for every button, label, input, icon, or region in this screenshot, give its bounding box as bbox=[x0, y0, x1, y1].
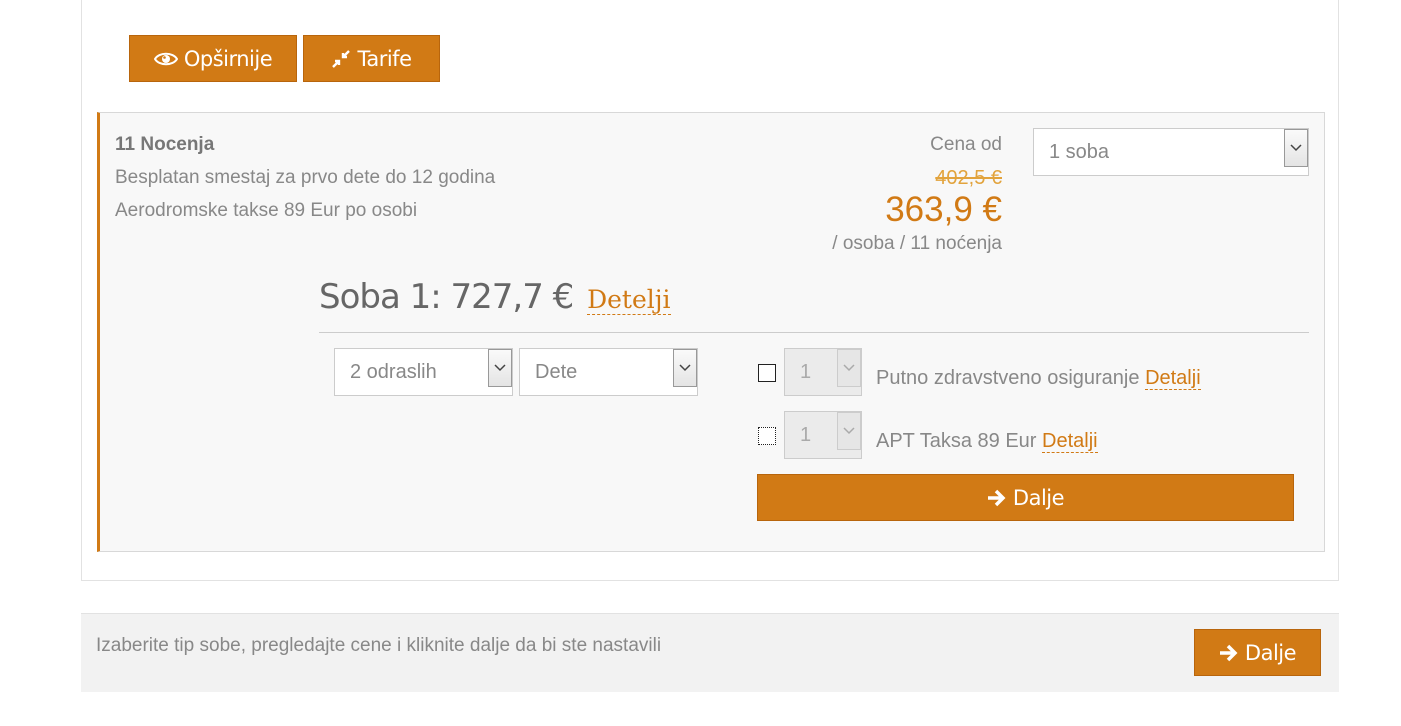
rate-note-airport: Aerodromske takse 89 Eur po osobi bbox=[115, 200, 418, 221]
insurance-qty-value: 1 bbox=[800, 360, 812, 383]
new-price: 363,9 € bbox=[885, 190, 1002, 229]
apt-tax-label: APT Taksa 89 Eur bbox=[876, 430, 1037, 452]
next-button[interactable]: Dalje bbox=[757, 474, 1294, 521]
apt-tax-qty-select[interactable]: 1 bbox=[784, 411, 862, 459]
footer-next-button[interactable]: Dalje bbox=[1194, 629, 1321, 676]
chevron-down-icon bbox=[1284, 129, 1308, 167]
per-person-label: / osoba / 11 noćenja bbox=[832, 233, 1002, 254]
apt-tax-row: APT Taksa 89 Eur Detalji bbox=[876, 430, 1098, 453]
footer-hint: Izaberite tip sobe, pregledajte cene i k… bbox=[96, 635, 662, 656]
chevron-down-icon bbox=[837, 349, 861, 387]
tariffs-button[interactable]: Tarife bbox=[303, 35, 440, 82]
insurance-qty-select[interactable]: 1 bbox=[784, 348, 862, 396]
eye-icon bbox=[153, 51, 178, 67]
adults-select[interactable]: 2 odraslih bbox=[334, 348, 513, 396]
child-select-value: Dete bbox=[535, 360, 578, 383]
footer-next-label: Dalje bbox=[1244, 640, 1297, 665]
more-info-button[interactable]: Opširnije bbox=[129, 35, 297, 82]
apt-tax-checkbox[interactable] bbox=[758, 427, 776, 445]
room-details-link[interactable]: Detelji bbox=[587, 285, 671, 315]
tariffs-label: Tarife bbox=[357, 46, 412, 71]
price-from-label: Cena od bbox=[930, 134, 1002, 155]
insurance-label: Putno zdravstveno osiguranje bbox=[876, 367, 1140, 389]
arrow-right-icon bbox=[1219, 644, 1239, 662]
apt-tax-details-link[interactable]: Detalji bbox=[1042, 430, 1098, 453]
chevron-down-icon bbox=[837, 412, 861, 450]
chevron-down-icon bbox=[673, 349, 697, 387]
apt-tax-qty-value: 1 bbox=[800, 423, 812, 446]
child-select[interactable]: Dete bbox=[519, 348, 698, 396]
compress-icon bbox=[331, 49, 351, 69]
room-title: Soba 1: 727,7 € Detelji bbox=[319, 277, 671, 317]
nights-title: 11 Nocenja bbox=[115, 134, 215, 155]
chevron-down-icon bbox=[488, 349, 512, 387]
adults-select-value: 2 odraslih bbox=[350, 360, 437, 383]
arrow-right-icon bbox=[987, 489, 1007, 507]
next-label: Dalje bbox=[1012, 485, 1065, 510]
insurance-details-link[interactable]: Detalji bbox=[1145, 367, 1201, 390]
insurance-row: Putno zdravstveno osiguranje Detalji bbox=[876, 367, 1201, 390]
rooms-select-value: 1 soba bbox=[1049, 140, 1110, 163]
room-total: Soba 1: 727,7 € bbox=[319, 277, 574, 317]
room-divider bbox=[319, 332, 1309, 333]
more-info-label: Opširnije bbox=[183, 46, 273, 71]
rate-note-child: Besplatan smestaj za prvo dete do 12 god… bbox=[115, 167, 496, 188]
old-price: 402,5 € bbox=[935, 167, 1002, 189]
insurance-checkbox[interactable] bbox=[758, 364, 776, 382]
rooms-select[interactable]: 1 soba bbox=[1033, 128, 1309, 176]
